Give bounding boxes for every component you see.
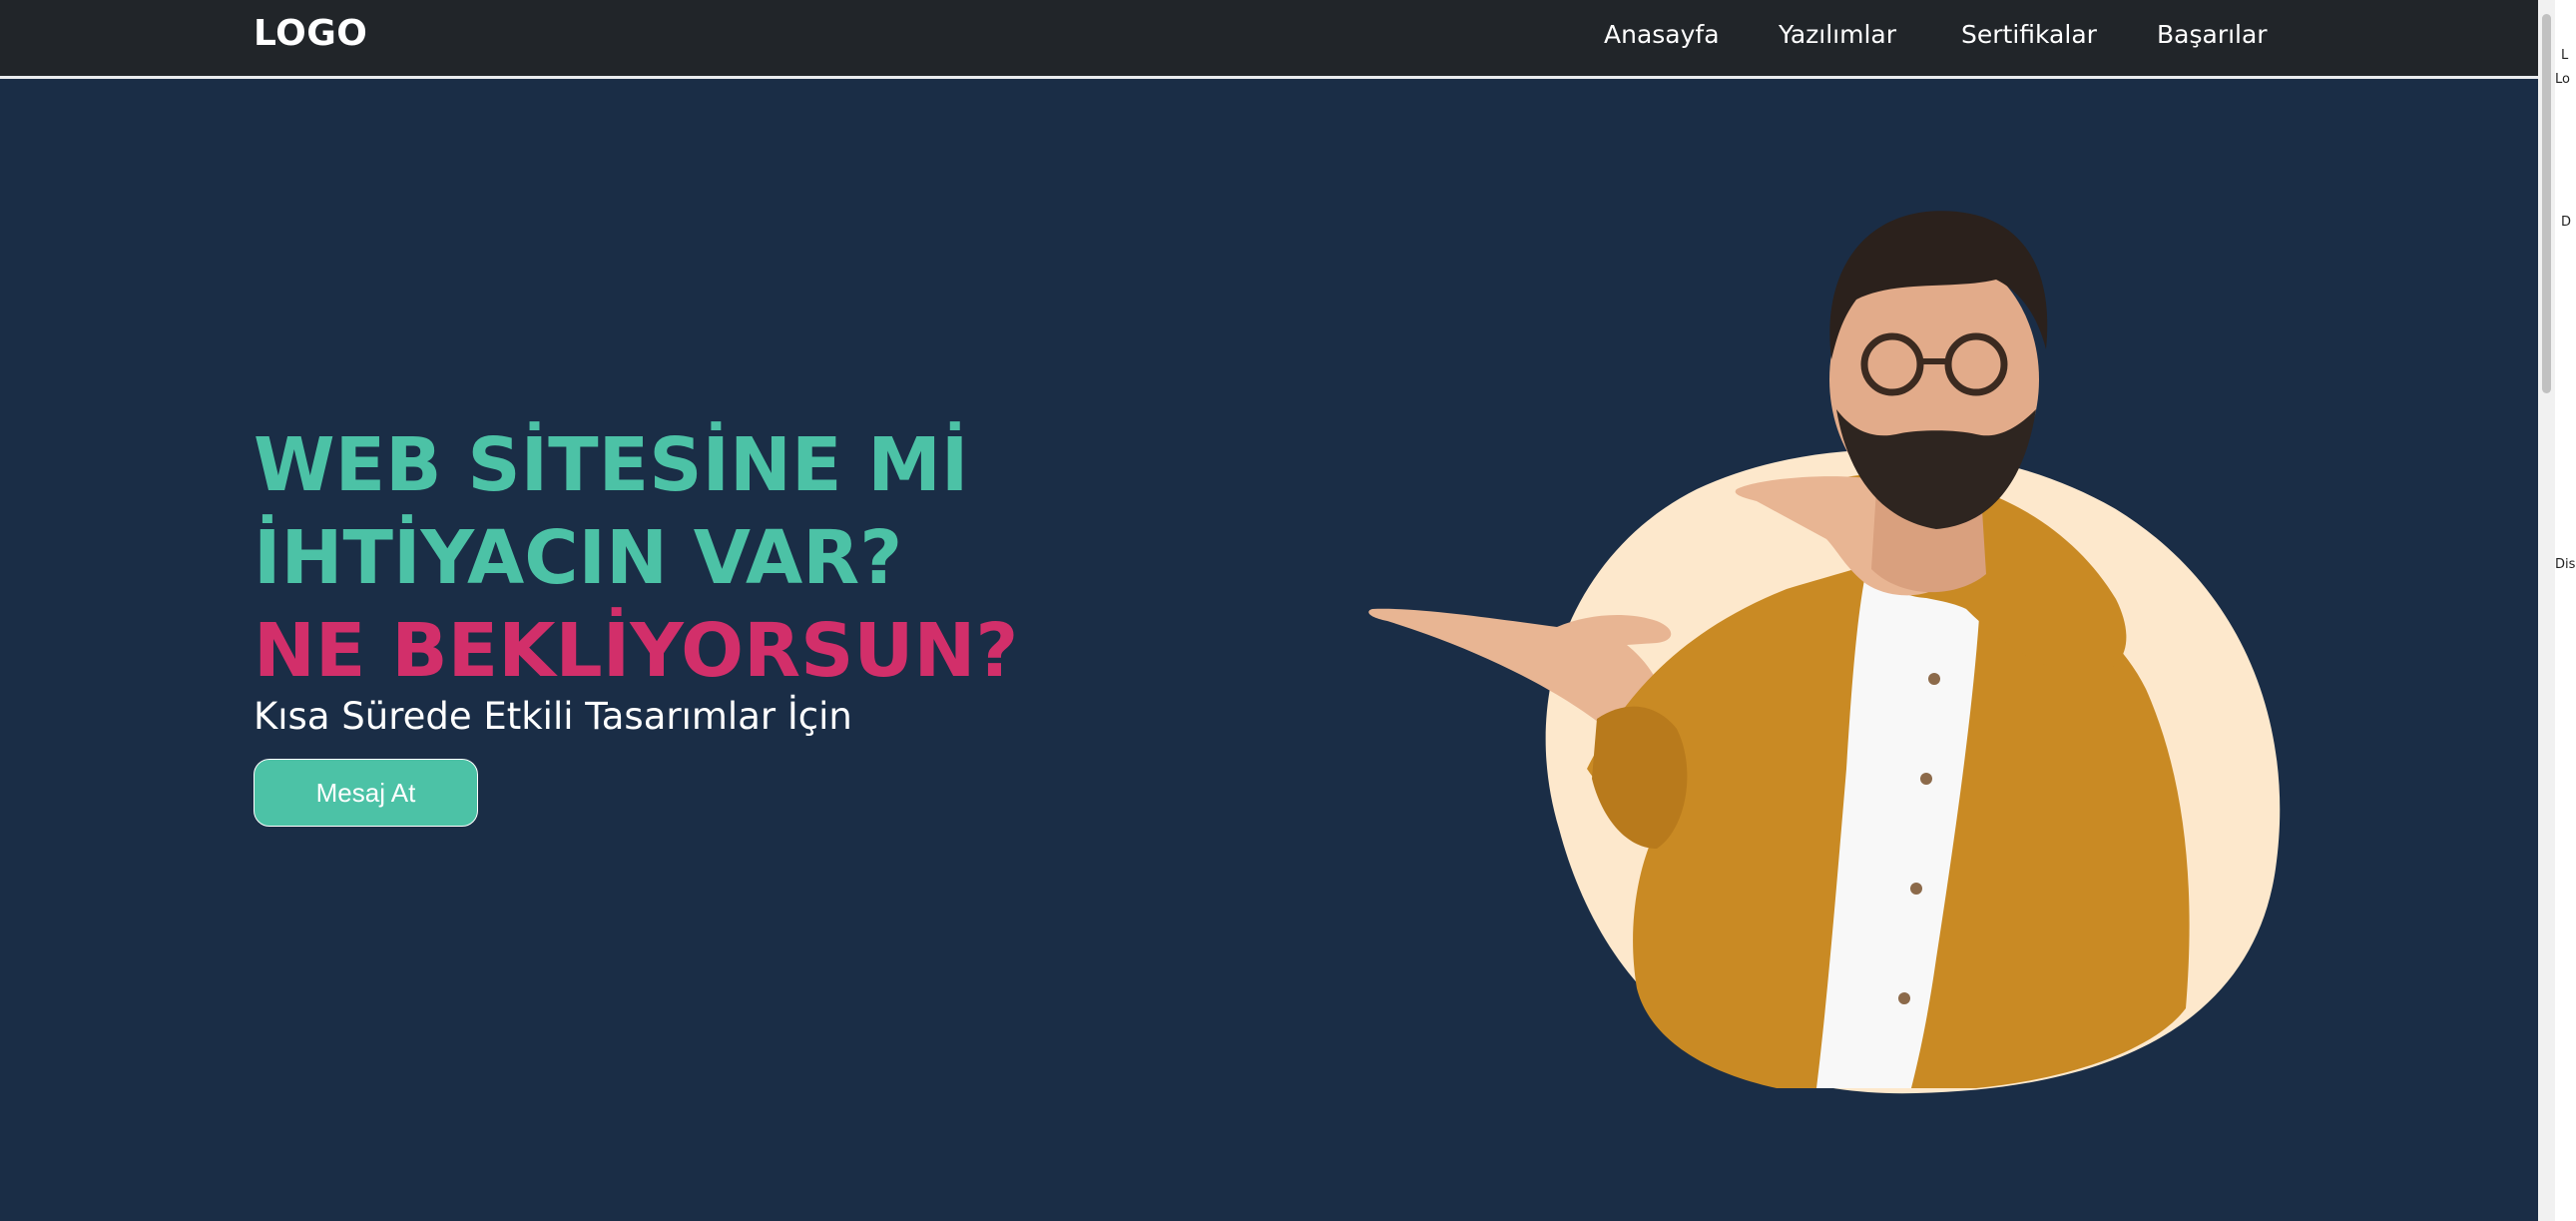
scrollbar-thumb[interactable]	[2542, 14, 2551, 393]
side-fragment: L	[2561, 48, 2569, 63]
jacket-button	[1928, 673, 1940, 685]
navbar: LOGO Anasayfa Yazılımlar Sertifikalar Ba…	[0, 0, 2538, 79]
nav-link-anasayfa[interactable]: Anasayfa	[1604, 20, 1720, 49]
hero-title-line-3: NE BEKLİYORSUN?	[254, 608, 1019, 694]
nav-link-basarilar[interactable]: Başarılar	[2157, 20, 2268, 49]
hero-title: WEB SİTESİNE Mİ İHTİYACIN VAR? NE BEKLİY…	[254, 419, 1018, 698]
jacket-button	[1910, 883, 1922, 895]
main-area: LOGO Anasayfa Yazılımlar Sertifikalar Ba…	[0, 0, 2538, 1221]
hero-title-line-1: WEB SİTESİNE Mİ	[254, 422, 969, 508]
side-fragment: D	[2561, 215, 2572, 230]
nav-link-yazilimlar[interactable]: Yazılımlar	[1779, 20, 1896, 49]
vertical-scrollbar[interactable]	[2538, 0, 2555, 1221]
nav-links: Anasayfa Yazılımlar Sertifikalar Başarıl…	[0, 20, 2538, 60]
hero-image	[1368, 211, 2281, 1094]
side-fragment: Lo	[2555, 72, 2570, 87]
page: LOGO Anasayfa Yazılımlar Sertifikalar Ba…	[0, 0, 2576, 1221]
nav-link-sertifikalar[interactable]: Sertifikalar	[1961, 20, 2097, 49]
side-panel-edge: L Lo D Dis	[2555, 0, 2576, 1221]
hero-subtitle: Kısa Sürede Etkili Tasarımlar İçin	[254, 695, 852, 738]
jacket-button	[1898, 992, 1910, 1004]
message-button[interactable]: Mesaj At	[254, 759, 478, 827]
side-fragment: Dis	[2555, 557, 2576, 572]
jacket-button	[1920, 773, 1932, 785]
hero-title-line-2: İHTİYACIN VAR?	[254, 515, 903, 601]
